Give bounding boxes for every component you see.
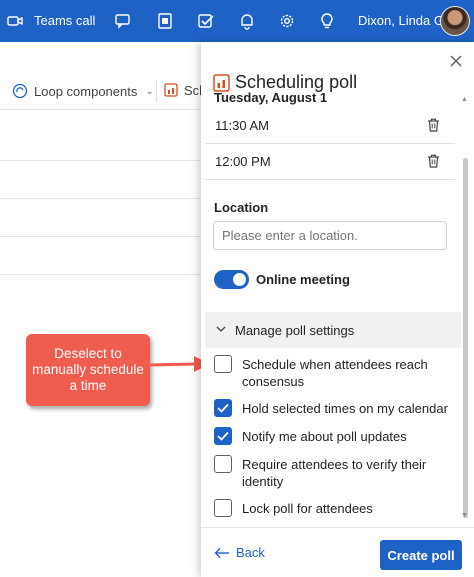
scroll-down-icon[interactable]: ▼: [461, 512, 468, 519]
create-poll-label: Create poll: [387, 547, 455, 563]
video-camera-icon[interactable]: [6, 12, 24, 30]
back-label: Back: [236, 545, 265, 560]
bell-icon[interactable]: [238, 12, 256, 30]
scrollbar-thumb[interactable]: [463, 158, 468, 518]
consensus-checkbox[interactable]: [214, 355, 232, 373]
top-bar: Teams call Dixon, Linda G: [0, 0, 474, 42]
notify-label: Notify me about poll updates: [242, 429, 407, 444]
lightbulb-icon[interactable]: [318, 12, 336, 30]
verify-identity-checkbox[interactable]: [214, 455, 232, 473]
avatar[interactable]: [440, 6, 470, 36]
chevron-down-icon: [216, 326, 226, 332]
divider: [0, 198, 205, 199]
verify-identity-label: Require attendees to verify their identi…: [242, 457, 427, 489]
scroll-up-icon[interactable]: ▲: [461, 96, 468, 103]
chat-icon[interactable]: [114, 12, 132, 30]
back-button[interactable]: Back: [214, 545, 265, 560]
time-slot-row: 12:00 PM: [205, 144, 455, 180]
notify-checkbox[interactable]: [214, 427, 232, 445]
divider: [0, 160, 205, 161]
create-poll-button[interactable]: Create poll: [380, 540, 462, 570]
user-name[interactable]: Dixon, Linda G: [358, 13, 444, 28]
arrow-left-icon: [214, 547, 229, 558]
lock-poll-checkbox[interactable]: [214, 499, 232, 517]
loop-icon: [12, 83, 28, 99]
gear-icon[interactable]: [278, 12, 296, 30]
close-icon[interactable]: [449, 54, 463, 68]
time-slot-label: 11:30 AM: [215, 118, 269, 133]
divider: [0, 236, 205, 237]
hold-times-checkbox[interactable]: [214, 399, 232, 417]
callout-text: Deselect to manually schedule a time: [32, 346, 144, 393]
trash-icon[interactable]: [427, 154, 440, 168]
loop-components-button[interactable]: Loop components ⌄: [12, 80, 154, 102]
online-meeting-label: Online meeting: [256, 272, 350, 287]
location-input[interactable]: [213, 221, 447, 250]
hold-times-label: Hold selected times on my calendar: [242, 401, 448, 416]
checkmark-icon: [217, 403, 229, 413]
call-title: Teams call: [34, 13, 96, 28]
scheduling-poll-icon: [164, 83, 178, 97]
toggle-knob: [233, 273, 246, 286]
poll-date: Tuesday, August 1: [214, 90, 328, 105]
footer-divider: [201, 527, 474, 528]
office-icon[interactable]: [156, 12, 174, 30]
consensus-label: Schedule when attendees reach consensus: [242, 357, 428, 389]
divider: [0, 274, 205, 275]
toolbar-divider: [156, 80, 157, 102]
trash-icon[interactable]: [427, 118, 440, 132]
loop-components-label: Loop components: [34, 83, 138, 99]
location-label: Location: [214, 200, 269, 215]
lock-poll-label: Lock poll for attendees: [242, 501, 373, 516]
checkmark-icon: [217, 431, 229, 441]
chevron-down-icon: ⌄: [145, 85, 154, 97]
tasks-icon[interactable]: [197, 12, 215, 30]
manage-poll-settings-label: Manage poll settings: [235, 323, 355, 338]
time-slot-row: 11:30 AM: [205, 108, 455, 144]
annotation-callout: Deselect to manually schedule a time: [26, 334, 150, 406]
time-slot-label: 12:00 PM: [215, 154, 271, 169]
